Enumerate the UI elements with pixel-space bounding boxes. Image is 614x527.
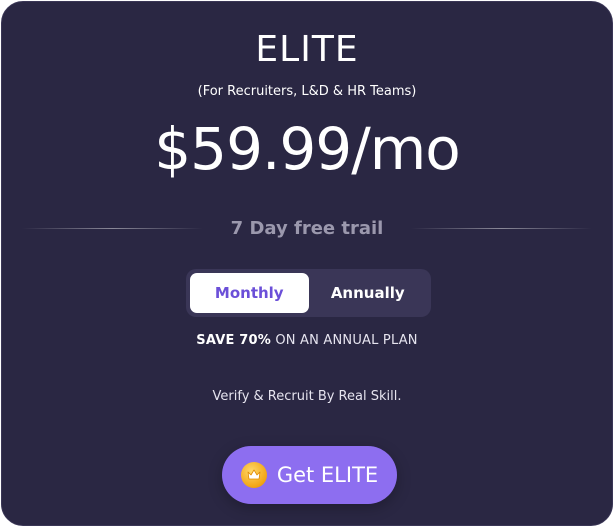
save-percent: SAVE 70% <box>196 333 272 348</box>
save-note-rest: ON AN ANNUAL PLAN <box>271 333 418 348</box>
crown-icon <box>240 462 267 488</box>
divider-line-right <box>411 227 592 229</box>
toggle-monthly[interactable]: Monthly <box>190 273 309 313</box>
plan-tagline: Verify & Recruit By Real Skill. <box>212 389 402 404</box>
trial-divider: 7 Day free trail <box>22 214 592 242</box>
pricing-card: ELITE (For Recruiters, L&D & HR Teams) $… <box>1 1 613 526</box>
get-elite-label: Get ELITE <box>276 463 379 487</box>
plan-subtitle: (For Recruiters, L&D & HR Teams) <box>197 84 417 99</box>
divider-line-left <box>22 227 203 229</box>
save-note: SAVE 70% ON AN ANNUAL PLAN <box>2 333 612 349</box>
trial-label: 7 Day free trail <box>230 217 384 239</box>
toggle-annually[interactable]: Annually <box>309 273 428 313</box>
get-elite-button[interactable]: Get ELITE <box>222 446 397 504</box>
billing-toggle: Monthly Annually <box>186 269 431 317</box>
plan-price: $59.99/mo <box>154 115 460 183</box>
plan-title: ELITE <box>255 29 359 70</box>
